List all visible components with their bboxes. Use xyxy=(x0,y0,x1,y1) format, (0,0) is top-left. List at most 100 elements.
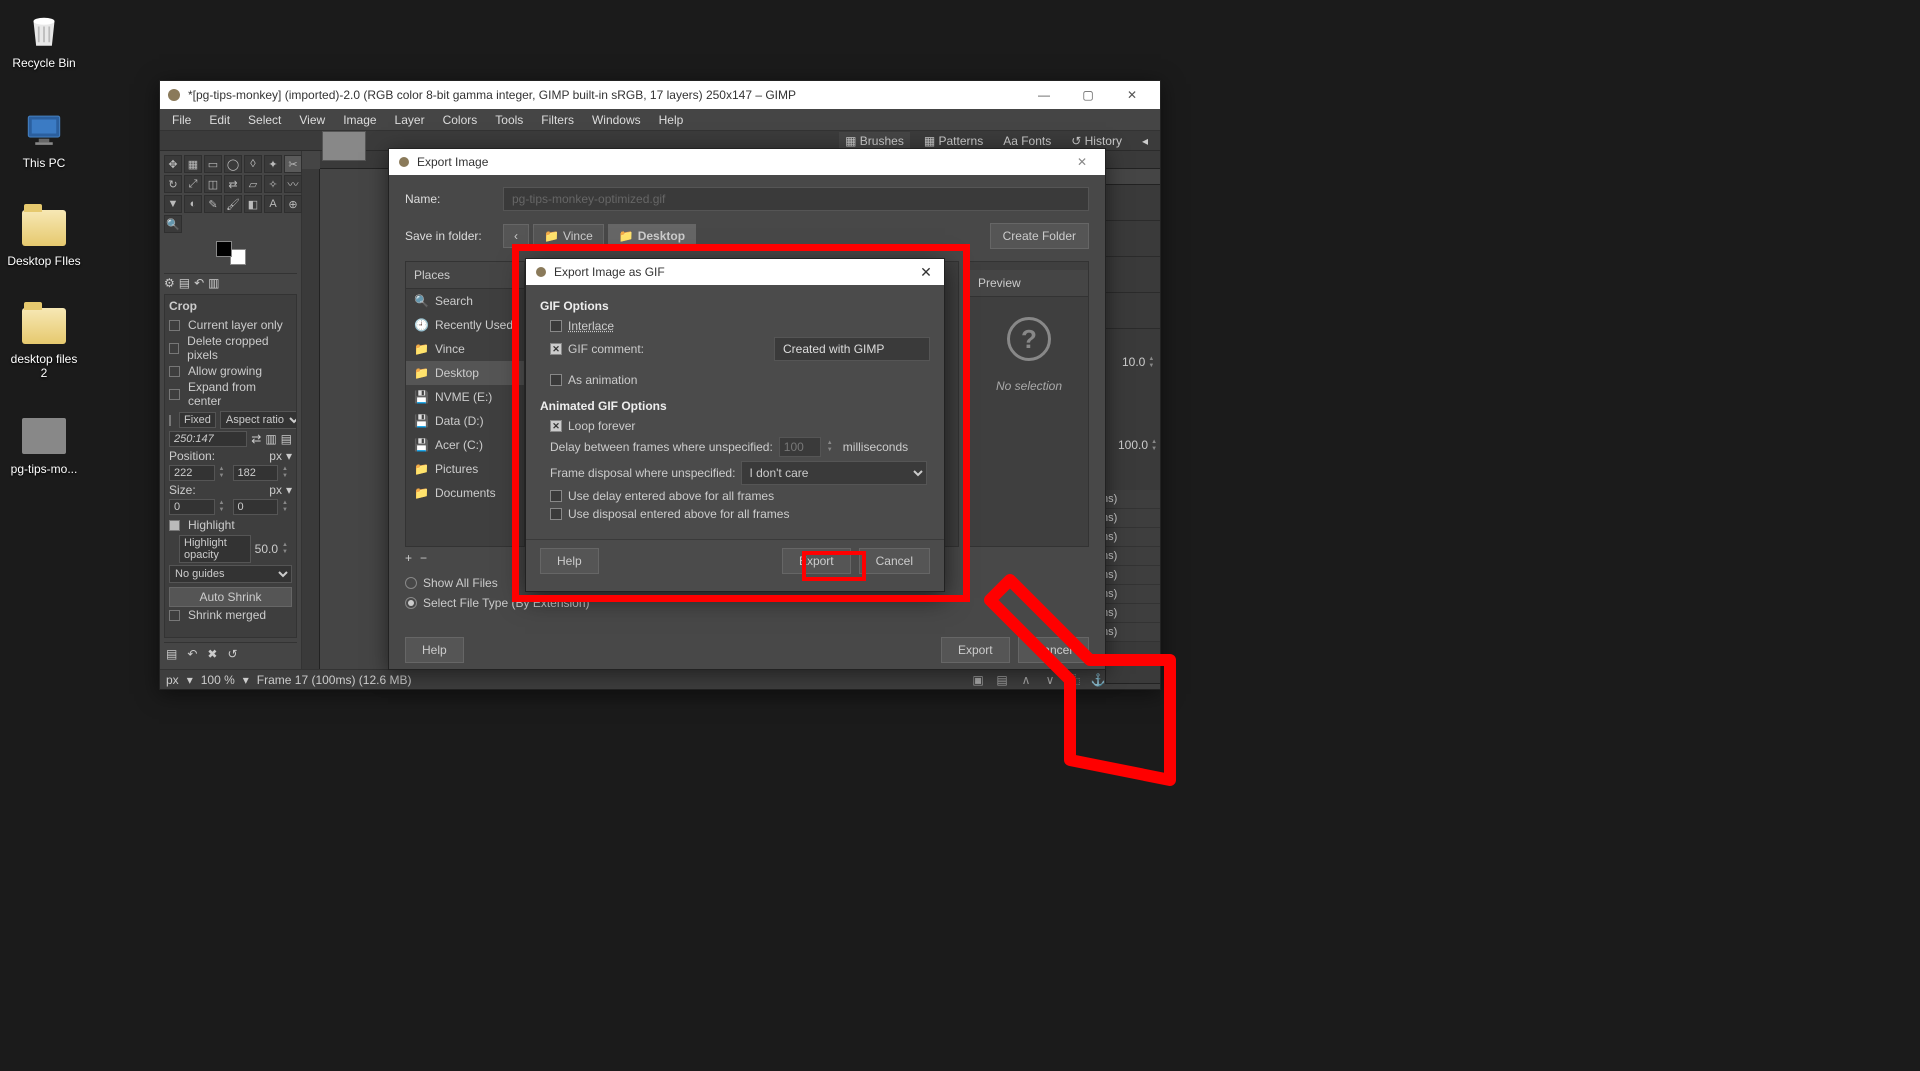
tab-tool-options[interactable]: ⚙ xyxy=(164,276,175,290)
status-zoom[interactable]: 100 % xyxy=(201,673,235,687)
disposal-select[interactable]: I don't care xyxy=(741,461,927,485)
minimize-button[interactable]: — xyxy=(1022,81,1066,109)
opt-highlight[interactable]: Highlight xyxy=(169,517,292,533)
gif-help-button[interactable]: Help xyxy=(540,548,599,574)
tool-pencil[interactable]: ✎ xyxy=(204,195,222,213)
tool-unified[interactable]: ✧ xyxy=(264,175,282,193)
remove-place-button[interactable]: − xyxy=(420,551,427,565)
tab-brushes[interactable]: ▦ Brushes xyxy=(839,132,910,150)
gif-comment-input[interactable]: Created with GIMP xyxy=(774,337,930,361)
titlebar[interactable]: *[pg-tips-monkey] (imported)-2.0 (RGB co… xyxy=(160,81,1160,109)
place-vince[interactable]: 📁 Vince xyxy=(406,337,524,361)
tool-free-select[interactable]: ◊ xyxy=(244,155,262,173)
menu-colors[interactable]: Colors xyxy=(435,111,486,129)
tab-fonts[interactable]: Aa Fonts xyxy=(997,132,1057,150)
sb-up-icon[interactable]: ∧ xyxy=(1018,672,1034,688)
opt-current-layer[interactable]: Current layer only xyxy=(169,317,292,333)
tab-patterns[interactable]: ▦ Patterns xyxy=(918,132,989,150)
menu-help[interactable]: Help xyxy=(651,111,692,129)
reset-options-icon[interactable]: ↺ xyxy=(227,647,237,661)
menu-view[interactable]: View xyxy=(291,111,333,129)
menu-filters[interactable]: Filters xyxy=(533,111,582,129)
spacing-value[interactable]: 10.0 xyxy=(1122,355,1158,370)
save-options-icon[interactable]: ▤ xyxy=(166,647,177,661)
opt-gif-comment[interactable]: ✕GIF comment: Created with GIMP xyxy=(540,335,930,363)
menu-edit[interactable]: Edit xyxy=(201,111,238,129)
auto-shrink-button[interactable]: Auto Shrink xyxy=(169,587,292,607)
tab-undo[interactable]: ↶ xyxy=(194,276,204,290)
add-place-button[interactable]: + xyxy=(405,551,412,565)
gif-cancel-button[interactable]: Cancel xyxy=(859,548,930,574)
crumb-back[interactable]: ‹ xyxy=(503,224,529,248)
export-cancel-button[interactable]: Cancel xyxy=(1018,637,1089,663)
menu-select[interactable]: Select xyxy=(240,111,289,129)
opt-delete-cropped[interactable]: Delete cropped pixels xyxy=(169,333,292,363)
ratio-field[interactable]: 250:147 xyxy=(169,431,247,447)
crumb-desktop[interactable]: 📁 Desktop xyxy=(608,224,696,248)
delete-options-icon[interactable]: ✖ xyxy=(207,647,217,661)
opt-expand-center[interactable]: Expand from center xyxy=(169,379,292,409)
place-desktop[interactable]: 📁 Desktop xyxy=(406,361,524,385)
opt-as-animation[interactable]: As animation xyxy=(540,371,930,389)
tool-scale[interactable]: ⤢ xyxy=(184,175,202,193)
opt-allow-growing[interactable]: Allow growing xyxy=(169,363,292,379)
tab-images[interactable]: ▥ xyxy=(208,276,219,290)
sb-dup-icon[interactable]: ⿻ xyxy=(1066,672,1082,688)
desktop-this-pc[interactable]: This PC xyxy=(6,108,82,170)
tool-bucket[interactable]: ▼ xyxy=(164,195,182,213)
tool-shear[interactable]: ◫ xyxy=(204,175,222,193)
tool-rect-select[interactable]: ▭ xyxy=(204,155,222,173)
menu-tools[interactable]: Tools xyxy=(487,111,531,129)
menu-windows[interactable]: Windows xyxy=(584,111,649,129)
pos-x[interactable]: 222 xyxy=(169,465,215,481)
export-close-button[interactable]: ✕ xyxy=(1067,155,1097,169)
pos-y[interactable]: 182 xyxy=(233,465,279,481)
opt-use-delay-all[interactable]: Use delay entered above for all frames xyxy=(540,487,930,505)
tool-flip[interactable]: ⇄ xyxy=(224,175,242,193)
place-acer[interactable]: 💾 Acer (C:) xyxy=(406,433,524,457)
place-pictures[interactable]: 📁 Pictures xyxy=(406,457,524,481)
guides-select[interactable]: No guides xyxy=(169,565,292,583)
select-file-type[interactable]: Select File Type (By Extension) xyxy=(405,593,1089,613)
tab-menu[interactable]: ◂ xyxy=(1136,132,1154,150)
restore-options-icon[interactable]: ↶ xyxy=(187,647,197,661)
name-input[interactable]: pg-tips-monkey-optimized.gif xyxy=(503,187,1089,211)
place-documents[interactable]: 📁 Documents xyxy=(406,481,524,505)
desktop-thumbnail[interactable]: pg-tips-mo... xyxy=(6,414,82,476)
desktop-folder-2[interactable]: desktop files 2 xyxy=(6,304,82,380)
place-nvme[interactable]: 💾 NVME (E:) xyxy=(406,385,524,409)
sb-folder-icon[interactable]: ▤ xyxy=(994,672,1010,688)
maximize-button[interactable]: ▢ xyxy=(1066,81,1110,109)
opt-use-disposal-all[interactable]: Use disposal entered above for all frame… xyxy=(540,505,930,523)
close-button[interactable]: ✕ xyxy=(1110,81,1154,109)
tab-device[interactable]: ▤ xyxy=(179,276,190,290)
tool-paintbrush[interactable]: 🖌 xyxy=(224,195,242,213)
place-data[interactable]: 💾 Data (D:) xyxy=(406,409,524,433)
opt-interlace[interactable]: Interlace xyxy=(540,317,930,335)
menu-layer[interactable]: Layer xyxy=(387,111,433,129)
aspect-select[interactable]: Aspect ratio xyxy=(220,411,297,429)
opacity-value[interactable]: 100.0 xyxy=(1118,438,1161,453)
fg-bg-colors[interactable] xyxy=(216,241,246,265)
create-folder-button[interactable]: Create Folder xyxy=(990,223,1089,249)
tool-move[interactable]: ✥ xyxy=(164,155,182,173)
export-export-button[interactable]: Export xyxy=(941,637,1010,663)
tab-history[interactable]: ↺ History xyxy=(1065,132,1128,150)
tool-ellipse-select[interactable]: ◯ xyxy=(224,155,242,173)
gif-close-button[interactable]: ✕ xyxy=(916,264,936,281)
delay-input[interactable]: 100 xyxy=(779,437,821,457)
sb-save-icon[interactable]: ▣ xyxy=(970,672,986,688)
place-recent[interactable]: 🕘 Recently Used xyxy=(406,313,524,337)
tool-text[interactable]: A xyxy=(264,195,282,213)
gif-titlebar[interactable]: Export Image as GIF ✕ xyxy=(526,259,944,285)
export-titlebar[interactable]: Export Image ✕ xyxy=(389,149,1105,175)
opt-fixed-row[interactable]: Fixed Aspect ratio xyxy=(169,411,292,429)
place-search[interactable]: 🔍 Search xyxy=(406,289,524,313)
tool-zoom[interactable]: 🔍 xyxy=(164,215,182,233)
size-y[interactable]: 0 xyxy=(233,499,279,515)
gif-export-button[interactable]: Export xyxy=(782,548,851,574)
menu-file[interactable]: File xyxy=(164,111,199,129)
tool-perspective[interactable]: ▱ xyxy=(244,175,262,193)
tool-eraser[interactable]: ◧ xyxy=(244,195,262,213)
opt-shrink-merged[interactable]: Shrink merged xyxy=(169,607,292,623)
